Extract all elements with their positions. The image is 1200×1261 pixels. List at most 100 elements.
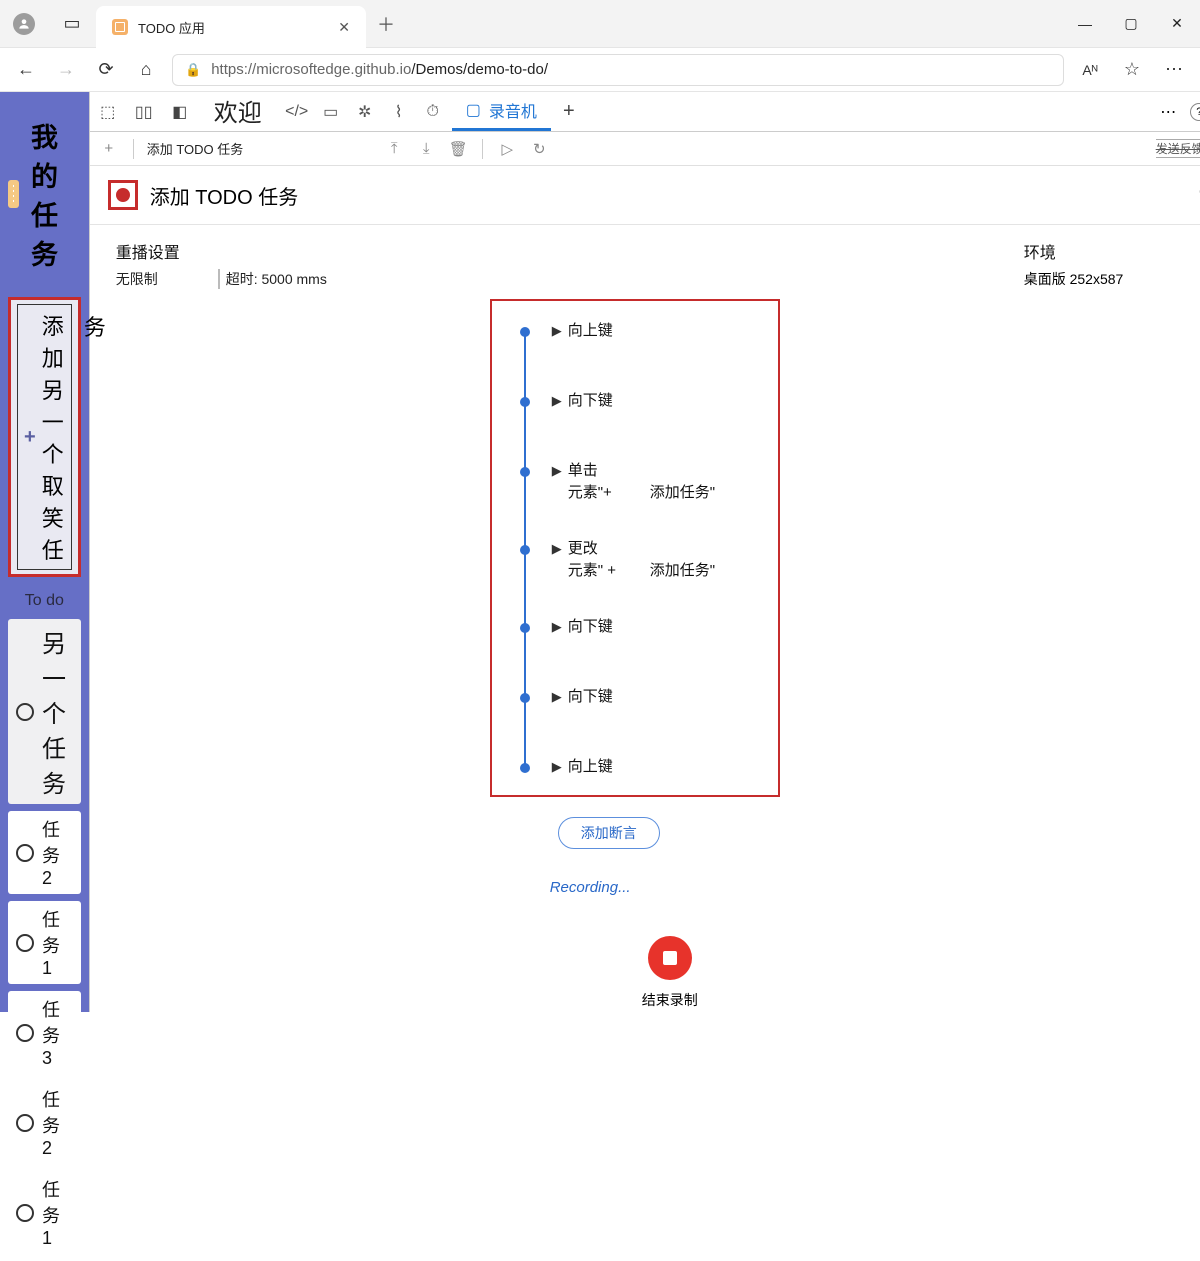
sources-icon[interactable]: ✲ bbox=[352, 102, 378, 122]
recorder-subbar: + 添加 TODO 任务 ⤒ ⤓ 🗑 ▷ ↻ 发送反馈 ? bbox=[90, 132, 1200, 166]
devtools-panel: ⬚ ▯▯ ◧ 欢迎 </> ▭ ✲ ⌇ ⏱ ▢ 录音机 + ⋯ ? ✕ + bbox=[89, 92, 1200, 1012]
stop-recording-button[interactable] bbox=[648, 936, 692, 980]
profile-avatar[interactable] bbox=[0, 0, 48, 47]
chevron-right-icon[interactable]: ▶ bbox=[552, 393, 562, 409]
tab-title: TODO 应用 bbox=[138, 18, 328, 37]
step-target: 添加任务" bbox=[650, 481, 715, 502]
replay-settings-label: 重播设置 bbox=[116, 239, 1024, 263]
chevron-right-icon[interactable]: ▶ bbox=[552, 689, 562, 705]
task-checkbox[interactable] bbox=[16, 1114, 34, 1132]
task-item[interactable]: 任务 2 bbox=[8, 811, 81, 894]
task-item[interactable]: 任务 1 bbox=[8, 901, 81, 984]
timeline-step[interactable]: ▶向上键⋮ bbox=[490, 299, 1200, 369]
task-text: 另一个任务 bbox=[42, 624, 73, 799]
stop-recording-label: 结束录制 bbox=[90, 990, 1200, 1010]
task-text: 任务 2 bbox=[42, 816, 73, 889]
replay-limit-value[interactable]: 无限制 bbox=[116, 269, 158, 289]
chevron-right-icon[interactable]: ▶ bbox=[552, 323, 562, 339]
step-subline: 元素" + bbox=[568, 559, 616, 580]
env-value[interactable]: 桌面版 252x587 bbox=[1024, 269, 1124, 289]
tab-welcome[interactable]: 欢迎 bbox=[198, 92, 278, 131]
close-window-button[interactable]: ✕ bbox=[1154, 0, 1200, 47]
task-checkbox[interactable] bbox=[16, 1024, 34, 1042]
settings-menu-button[interactable]: ⋯ bbox=[1160, 56, 1188, 84]
timeout-value[interactable]: 超时: 5000 mms bbox=[218, 269, 327, 289]
recording-status: Recording... bbox=[550, 879, 1200, 896]
tab-favicon bbox=[112, 19, 128, 35]
plus-icon: + bbox=[24, 426, 36, 449]
step-label: 向下键 bbox=[568, 389, 613, 410]
task-checkbox[interactable] bbox=[16, 703, 34, 721]
step-dot bbox=[520, 467, 530, 477]
step-dot bbox=[520, 327, 530, 337]
devtools-tabbar: ⬚ ▯▯ ◧ 欢迎 </> ▭ ✲ ⌇ ⏱ ▢ 录音机 + ⋯ ? ✕ bbox=[90, 92, 1200, 132]
timeline-step[interactable]: ▶单击⋮元素"+添加任务" bbox=[490, 439, 1200, 517]
chevron-right-icon[interactable]: ▶ bbox=[552, 541, 562, 557]
app-sidebar: 我的任务 + 添加另一个取笑任 务 To do 另一个任务任务 2任务 1任务 … bbox=[0, 92, 89, 1012]
task-item[interactable]: 任务 2 bbox=[8, 1081, 81, 1164]
close-icon[interactable]: ✕ bbox=[338, 19, 350, 36]
import-icon[interactable]: ⤓ bbox=[415, 140, 437, 157]
play-icon[interactable]: ▷ bbox=[496, 140, 518, 158]
task-checkbox[interactable] bbox=[16, 844, 34, 862]
window-titlebar: ▭ TODO 应用 ✕ ＋ — ▢ ✕ bbox=[0, 0, 1200, 48]
timeline-step[interactable]: ▶向下键⋮ bbox=[490, 665, 1200, 735]
inspect-icon[interactable]: ⬚ bbox=[90, 92, 126, 131]
device-toggle-icon[interactable]: ▯▯ bbox=[126, 92, 162, 131]
elements-icon[interactable]: </> bbox=[284, 103, 310, 121]
tab-overview-icon[interactable]: ▭ bbox=[48, 0, 96, 47]
step-label: 向下键 bbox=[568, 685, 613, 706]
timeline-step[interactable]: ▶更改⋮元素" +添加任务" bbox=[490, 517, 1200, 595]
step-subline: 元素"+ bbox=[568, 481, 612, 502]
panel-left-icon[interactable]: ◧ bbox=[162, 92, 198, 131]
send-feedback-link[interactable]: 发送反馈 bbox=[1156, 139, 1200, 158]
home-button[interactable]: ⌂ bbox=[132, 56, 160, 84]
step-label: 单击 bbox=[568, 459, 598, 480]
tab-recorder[interactable]: ▢ 录音机 bbox=[452, 92, 551, 131]
read-aloud-button[interactable]: Aᴺ bbox=[1076, 56, 1104, 84]
task-text: 任务 2 bbox=[42, 1086, 73, 1159]
task-text: 任务 1 bbox=[42, 906, 73, 979]
lock-icon: 🔒 bbox=[185, 62, 201, 78]
speed-icon[interactable]: ↻ bbox=[528, 140, 550, 158]
task-item[interactable]: 任务 3 bbox=[8, 991, 81, 1074]
task-item[interactable]: 任务 1 bbox=[8, 1171, 81, 1254]
export-icon[interactable]: ⤒ bbox=[383, 140, 405, 157]
chevron-right-icon[interactable]: ▶ bbox=[552, 759, 562, 775]
console-icon[interactable]: ▭ bbox=[318, 102, 344, 122]
settings-button[interactable]: ? bbox=[1190, 103, 1200, 121]
task-checkbox[interactable] bbox=[16, 934, 34, 952]
add-task-input[interactable]: + 添加另一个取笑任 务 bbox=[8, 297, 81, 577]
new-tab-button[interactable]: ＋ bbox=[366, 0, 406, 47]
performance-icon[interactable]: ⏱ bbox=[420, 103, 446, 121]
chevron-right-icon[interactable]: ▶ bbox=[552, 463, 562, 479]
environment-label: 环境 bbox=[1024, 239, 1200, 263]
step-dot bbox=[520, 763, 530, 773]
browser-tab[interactable]: TODO 应用 ✕ bbox=[96, 6, 366, 48]
add-tab-button[interactable]: + bbox=[551, 92, 587, 131]
task-checkbox[interactable] bbox=[16, 1204, 34, 1222]
favorite-button[interactable]: ☆ bbox=[1118, 56, 1146, 84]
task-text: 任务 1 bbox=[42, 1176, 73, 1249]
minimize-button[interactable]: — bbox=[1062, 0, 1108, 47]
delete-icon[interactable]: 🗑 bbox=[447, 140, 469, 158]
recording-title: 添加 TODO 任务 bbox=[150, 181, 299, 210]
add-step-icon[interactable]: + bbox=[98, 140, 120, 157]
chevron-right-icon[interactable]: ▶ bbox=[552, 619, 562, 635]
more-tools-button[interactable]: ⋯ bbox=[1160, 102, 1176, 122]
step-dot bbox=[520, 693, 530, 703]
step-label: 向上键 bbox=[568, 319, 613, 340]
back-button[interactable]: ← bbox=[12, 56, 40, 84]
recording-title-row: 添加 TODO 任务 ✎ bbox=[90, 166, 1200, 225]
recording-indicator bbox=[108, 180, 138, 210]
timeline-step[interactable]: ▶向下键⋮ bbox=[490, 369, 1200, 439]
refresh-button[interactable]: ⟳ bbox=[92, 56, 120, 84]
add-assertion-button[interactable]: 添加断言 bbox=[558, 817, 660, 849]
timeline-step[interactable]: ▶向上键⋮ bbox=[490, 735, 1200, 805]
task-item[interactable]: 另一个任务 bbox=[8, 619, 81, 804]
recording-breadcrumb[interactable]: 添加 TODO 任务 bbox=[147, 139, 244, 158]
network-icon[interactable]: ⌇ bbox=[386, 102, 412, 122]
url-input[interactable]: 🔒 https://microsoftedge.github.io/Demos/… bbox=[172, 54, 1064, 86]
maximize-button[interactable]: ▢ bbox=[1108, 0, 1154, 47]
timeline-step[interactable]: ▶向下键⋮ bbox=[490, 595, 1200, 665]
